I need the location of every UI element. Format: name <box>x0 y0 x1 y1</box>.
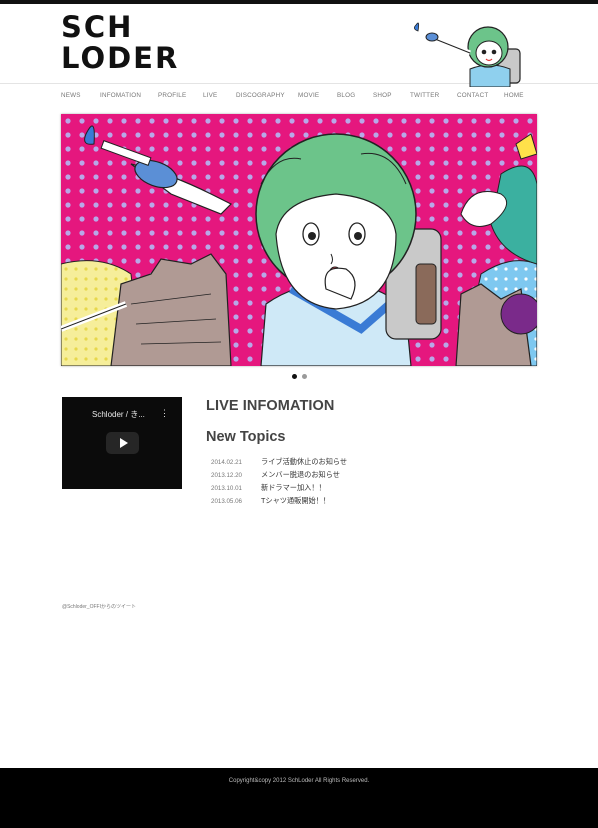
copyright-text: Copyright&copy 2012 SchLoder All Rights … <box>228 778 370 784</box>
logo-line-2: LODER <box>61 41 180 75</box>
nav-item-profile[interactable]: PROFILE <box>158 92 186 99</box>
topic-date: 2013.12.20 <box>211 472 242 479</box>
nav-item-twitter[interactable]: TWITTER <box>410 92 439 99</box>
hero-slider[interactable] <box>61 114 537 366</box>
slider-pagination <box>290 374 310 380</box>
logo-text: SCH LODER <box>61 10 180 75</box>
nav-item-movie[interactable]: MOVIE <box>298 92 319 99</box>
topic-title[interactable]: ライブ活動休止のお知らせ <box>261 457 347 467</box>
nav-item-live[interactable]: LIVE <box>203 92 217 99</box>
nav-item-shop[interactable]: SHOP <box>373 92 392 99</box>
nav-item-news[interactable]: NEWS <box>61 92 81 99</box>
new-topics-heading: New Topics <box>206 429 286 445</box>
topic-item[interactable]: 2013.10.01 新ドラマー加入！！ <box>211 483 411 495</box>
mascot-illustration <box>414 22 521 87</box>
youtube-video-embed[interactable]: Schloder / き... ⋮ <box>62 397 182 489</box>
topic-item[interactable]: 2013.12.20 メンバー脱退のお知らせ <box>211 470 411 482</box>
nav-item-home[interactable]: HOME <box>504 92 524 99</box>
more-vertical-icon[interactable]: ⋮ <box>160 407 169 419</box>
topic-item[interactable]: 2014.02.21 ライブ活動休止のお知らせ <box>211 457 411 469</box>
site-header: SCH LODER <box>0 4 598 87</box>
nav-item-contact[interactable]: CONTACT <box>457 92 488 99</box>
nav-item-discography[interactable]: DISCOGRAPHY <box>236 92 285 99</box>
nav-item-blog[interactable]: BLOG <box>337 92 355 99</box>
logo-line-1: SCH <box>61 10 134 44</box>
twitter-timeline-link[interactable]: @Schloder_OFFIからのツイート <box>62 603 136 610</box>
topic-title[interactable]: Tシャツ通販開始！！ <box>261 496 330 506</box>
topic-title[interactable]: メンバー脱退のお知らせ <box>261 470 340 480</box>
topic-item[interactable]: 2013.05.06 Tシャツ通販開始！！ <box>211 496 411 508</box>
site-footer: Copyright&copy 2012 SchLoder All Rights … <box>0 768 598 828</box>
video-title: Schloder / き... <box>92 410 145 419</box>
topic-title[interactable]: 新ドラマー加入！！ <box>261 483 326 493</box>
play-button[interactable] <box>106 432 139 454</box>
live-information-heading: LIVE INFOMATION <box>206 398 335 414</box>
topic-date: 2013.10.01 <box>211 485 242 492</box>
hero-illustration <box>61 114 537 366</box>
topic-date: 2014.02.21 <box>211 459 242 466</box>
nav-item-infomation[interactable]: INFOMATION <box>100 92 141 99</box>
slider-dot-1[interactable] <box>292 374 297 379</box>
main-nav: NEWS INFOMATION PROFILE LIVE DISCOGRAPHY… <box>61 92 538 106</box>
site-logo[interactable]: SCH LODER <box>61 10 180 80</box>
slider-dot-2[interactable] <box>302 374 307 379</box>
topic-date: 2013.05.06 <box>211 498 242 505</box>
